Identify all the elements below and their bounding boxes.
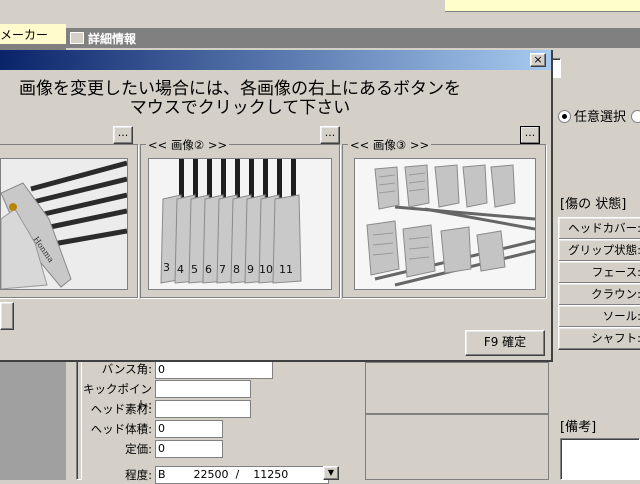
grip-label: グリップ状態: — [558, 239, 640, 262]
iron-number-4: 4 — [177, 263, 184, 276]
iron-number-6: 6 — [205, 263, 212, 276]
iron-number-5: 5 — [191, 263, 198, 276]
damage-header: [傷の 状態] — [560, 197, 627, 212]
head-material-input[interactable] — [155, 400, 251, 418]
image-2-change-button[interactable]: ... — [320, 126, 340, 144]
remarks-header: [備考] — [560, 420, 597, 435]
sole-label: ソール: — [558, 305, 640, 328]
bounce-angle-input[interactable]: 0 — [155, 361, 273, 379]
child-window-titlebar: 詳細情報 — [66, 28, 640, 48]
iron-number-11: 11 — [279, 263, 293, 276]
instruction-line-2: マウスでクリックして下さい — [129, 98, 351, 118]
image-2-photo: 3 4 5 6 7 8 9 10 11 — [148, 158, 332, 290]
image-2-label: << 画像② >> — [146, 137, 230, 153]
dialog-titlebar — [0, 50, 551, 70]
radio-second[interactable] — [631, 110, 640, 123]
image-3-label: << 画像③ >> — [348, 137, 432, 153]
iron-number-10: 10 — [259, 263, 273, 276]
grade-label: 程度: — [125, 468, 152, 482]
image-1-change-button[interactable]: ... — [113, 126, 133, 144]
grade-dropdown-button[interactable]: ▼ — [323, 466, 339, 480]
radio-arbitrary-select[interactable] — [558, 110, 571, 123]
iron-number-8: 8 — [233, 263, 240, 276]
headcover-label: ヘッドカバー: — [558, 217, 640, 240]
confirm-f9-button[interactable]: F9 確定 — [465, 330, 545, 356]
bounce-angle-label: バンス角: — [101, 362, 152, 376]
dialog-close-button[interactable]: × — [530, 53, 546, 67]
left-gray-area — [0, 360, 66, 480]
kick-point-input[interactable] — [155, 380, 251, 398]
image-1-photo: Honma — [0, 158, 128, 290]
remarks-textarea[interactable] — [560, 438, 640, 480]
iron-set-lineup-image: 3 4 5 6 7 8 9 10 11 — [149, 159, 331, 289]
iron-number-3: 3 — [163, 261, 170, 274]
crown-label: クラウン: — [558, 283, 640, 306]
radio-arbitrary-label: 任意選択 — [574, 110, 627, 125]
face-label: フェース: — [558, 261, 640, 284]
child-window-title: 詳細情報 — [88, 32, 137, 46]
image-dialog: × 画像を変更したい場合には、各画像の右上にあるボタンを マウスでクリックして下… — [0, 50, 553, 362]
image-3-change-button[interactable]: ... — [520, 126, 540, 144]
list-price-input[interactable]: 0 — [155, 440, 223, 458]
head-volume-input[interactable]: 0 — [155, 420, 223, 438]
iron-set-angled-image: Honma — [1, 159, 127, 289]
iron-number-7: 7 — [219, 263, 226, 276]
shaft-label: シャフト: — [558, 327, 640, 350]
form-right-box-lower — [365, 414, 549, 480]
window-icon — [70, 32, 84, 44]
iron-number-9: 9 — [247, 263, 254, 276]
form-right-box-upper — [365, 362, 549, 414]
head-material-label: ヘッド素材: — [90, 402, 152, 416]
iron-faces-image — [355, 159, 535, 289]
head-volume-label: ヘッド体積: — [90, 422, 152, 436]
dialog-left-button[interactable] — [0, 302, 14, 330]
grade-select[interactable]: B 22500 / 11250 — [155, 466, 329, 484]
list-price-label: 定価: — [125, 442, 152, 456]
top-yellow-field — [445, 0, 640, 12]
maker-label: メーカー — [0, 24, 66, 44]
image-3-photo — [354, 158, 536, 290]
